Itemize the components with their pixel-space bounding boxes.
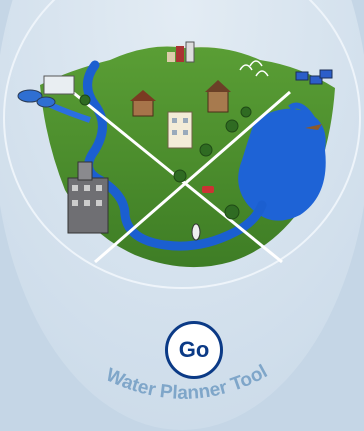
go-button-label: Go bbox=[178, 337, 210, 362]
kayak-icon bbox=[191, 223, 201, 241]
car-icon bbox=[202, 186, 214, 193]
go-button[interactable]: Go bbox=[165, 321, 223, 379]
office-building-icon bbox=[167, 111, 193, 149]
water-planner-panel: Water Planner Tool Go bbox=[0, 0, 364, 431]
